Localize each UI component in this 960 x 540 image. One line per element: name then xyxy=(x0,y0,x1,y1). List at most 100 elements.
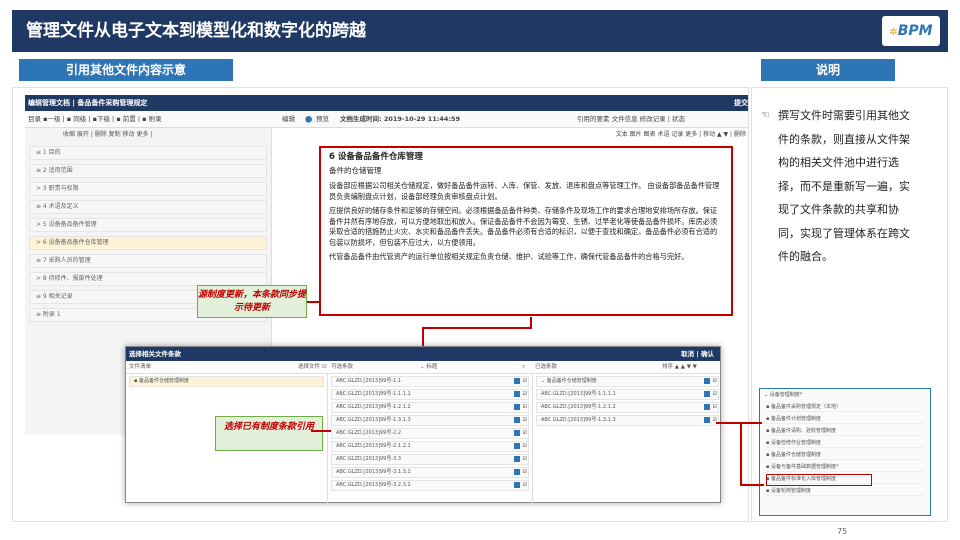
clause-view-icon[interactable] xyxy=(514,404,520,410)
referenced-clause-box[interactable]: 6 设备备品备件仓库管理 备件的仓储管理 设备部应根据公司相关仓储规定，做好备品… xyxy=(319,146,733,316)
available-clause-row[interactable]: ABC.GLZD.[2013]99号-1.1.1.1 ☑ xyxy=(331,389,529,400)
arrow-line xyxy=(307,301,319,303)
checkbox-icon[interactable]: ☑ xyxy=(713,403,717,412)
clause-view-icon[interactable] xyxy=(514,417,520,423)
selected-clause-row-label: ABC.GLZD.[2013]99号-1.2.1.2 xyxy=(541,404,616,410)
search-icon[interactable]: ⌕ xyxy=(522,361,525,374)
selected-column: ⌄ 备品备件仓储管理制度 ☑ ABC.GLZD.[2013]99号-1.1.1.1 ☑… xyxy=(533,374,722,503)
clause-view-icon[interactable] xyxy=(514,456,520,462)
checkbox-icon[interactable]: ☑ xyxy=(523,455,527,464)
arrow-line xyxy=(740,422,742,486)
section-label-example: 引用其他文件内容示意 xyxy=(19,59,233,81)
checkbox-icon[interactable]: ☑ xyxy=(523,429,527,438)
checkbox-icon[interactable]: ☑ xyxy=(713,377,717,386)
selected-clause-row[interactable]: ABC.GLZD.[2013]99号-1.3.1.3 ☑ xyxy=(536,415,719,426)
doc-info-toolbar[interactable]: 引用的要素 文件信息 修改记录 | 状态 xyxy=(577,111,685,128)
available-header: 可选条款 xyxy=(331,364,354,370)
checkbox-icon[interactable]: ☑ xyxy=(523,481,527,490)
toc-item[interactable]: ≡ 2 适用范围 xyxy=(29,164,267,178)
tree-title[interactable]: ⌄ 设备管理制度* xyxy=(760,389,930,400)
submit-button[interactable]: 提交 xyxy=(734,95,748,111)
toc-toolbar[interactable]: 目录 ▪一级 | ▪ 同级 | ▪下级 | ▪ 前置 | ▪ 附录 xyxy=(28,111,162,128)
checkbox-icon[interactable]: ☑ xyxy=(523,390,527,399)
tree-selection-highlight xyxy=(766,474,872,486)
sync-callout: 源制度更新，本条款同步提示待更新 xyxy=(197,285,307,318)
file-row[interactable]: ▪ 备品备件仓储管理制度 xyxy=(129,376,324,387)
available-clause-row-label: ABC.GLZD.[2013]99号-1.3.1.3 xyxy=(336,417,411,423)
checkbox-icon[interactable]: ☑ xyxy=(523,468,527,477)
available-clause-row[interactable]: ABC.GLZD.[2013]99号-3.3 ☑ xyxy=(331,454,529,465)
available-clause-row[interactable]: ABC.GLZD.[2013]99号-3.2.3.2 ☑ xyxy=(331,480,529,491)
checkbox-icon[interactable]: ☑ xyxy=(523,416,527,425)
dialog-header: 选择相关文件条款 取消 | 确认 xyxy=(126,347,720,361)
preview-mode-button[interactable]: 预览 xyxy=(316,111,329,128)
clause-view-icon[interactable] xyxy=(704,417,710,423)
clause-paragraph: 设备部应根据公司相关仓储规定，做好备品备件运转、入库、保管、发放、退库和盘点等管… xyxy=(329,181,720,201)
dialog-column-headers: 文件清单 选择文件 ☑ 可选条款 ⌄ 标题 ⌕ 已选条款 排序 ▲ ▲ ▼ ▼ xyxy=(126,361,720,374)
toggle-icon[interactable]: ⬤ xyxy=(305,111,312,128)
description: ☜ 撰写文件时需要引用其他文件的条款，则直接从文件架构的相关文件池中进行选择，而… xyxy=(761,104,918,269)
selected-clause-row[interactable]: ⌄ 备品备件仓储管理制度 ☑ xyxy=(536,376,719,387)
cancel-button[interactable]: 取消 xyxy=(681,350,694,358)
description-text: 撰写文件时需要引用其他文件的条款，则直接从文件架构的相关文件池中进行选择，而不是… xyxy=(778,109,910,263)
toc-item[interactable]: > 6 设备备品备件仓库管理 xyxy=(29,236,267,250)
selected-clause-row[interactable]: ABC.GLZD.[2013]99号-1.1.1.1 ☑ xyxy=(536,389,719,400)
section-label-explanation: 说明 xyxy=(761,59,895,81)
toc-item[interactable]: ≡ 4 术语及定义 xyxy=(29,200,267,214)
title-bar: 管理文件从电子文本到模型化和数字化的跨越 ✲BPM xyxy=(12,10,948,52)
sidebar-toolbar[interactable]: 收缩 展开 | 删除 复制 移动 更多 | xyxy=(25,128,271,142)
tree-item[interactable]: ▪ 备品备件计划管理制度 xyxy=(766,414,924,424)
toc-item[interactable]: > 8 待修件、报废件处理 xyxy=(29,272,267,286)
arrow-line xyxy=(740,484,764,486)
toc-item[interactable]: ≡ 1 目的 xyxy=(29,146,267,160)
confirm-button[interactable]: 确认 xyxy=(701,350,714,358)
checkbox-icon[interactable]: ☑ xyxy=(713,390,717,399)
toc-item[interactable]: > 3 职责与权限 xyxy=(29,182,267,196)
available-clause-row[interactable]: ABC.GLZD.[2013]99号-1.3.1.3 ☑ xyxy=(331,415,529,426)
available-clause-row[interactable]: ABC.GLZD.[2013]99号-1.2.1.2 ☑ xyxy=(331,402,529,413)
tree-item[interactable]: ▪ 设备轮岗管理制度 xyxy=(766,486,924,496)
available-clause-row[interactable]: ABC.GLZD.[2013]99号-1.1 ☑ xyxy=(331,376,529,387)
tree-item[interactable]: ▪ 设备与备件基础数据管理制度* xyxy=(766,462,924,472)
clause-view-icon[interactable] xyxy=(704,404,710,410)
tree-item[interactable]: ▪ 备品备件采购管理规定（本地） xyxy=(766,402,924,412)
title-filter[interactable]: ⌄ 标题 xyxy=(420,361,437,374)
selected-clause-row[interactable]: ABC.GLZD.[2013]99号-1.2.1.2 ☑ xyxy=(536,402,719,413)
checkbox-icon[interactable]: ☑ xyxy=(523,377,527,386)
toc-item[interactable]: ≡ 7 采购人员的管理 xyxy=(29,254,267,268)
available-clause-row[interactable]: ABC.GLZD.[2013]99号-3.1.3.1 ☑ xyxy=(331,467,529,478)
sort-controls[interactable]: 排序 ▲ ▲ ▼ ▼ xyxy=(662,361,697,374)
app-title: 编辑管理文档 | 备品备件采购管理规定 xyxy=(28,99,148,107)
available-clause-row[interactable]: ABC.GLZD.[2013]99号-2.2 ☑ xyxy=(331,428,529,439)
clause-view-icon[interactable] xyxy=(514,469,520,475)
clause-view-icon[interactable] xyxy=(514,443,520,449)
clause-subheading: 备件的仓储管理 xyxy=(329,166,382,175)
clause-view-icon[interactable] xyxy=(514,482,520,488)
checkbox-icon[interactable]: ☑ xyxy=(523,442,527,451)
toc-item[interactable]: > 5 设备备品备件管理 xyxy=(29,218,267,232)
available-clause-row-label: ABC.GLZD.[2013]99号-1.1 xyxy=(336,378,402,384)
clause-view-icon[interactable] xyxy=(514,391,520,397)
available-clause-row[interactable]: ABC.GLZD.[2013]99号-2.1.2.1 ☑ xyxy=(331,441,529,452)
available-clause-row-label: ABC.GLZD.[2013]99号-3.2.3.2 xyxy=(336,482,411,488)
file-tree: ⌄ 设备管理制度* ▪ 备品备件采购管理规定（本地） ▪ 备品备件计划管理制度 ▪ … xyxy=(759,388,931,516)
available-clause-row-label: ABC.GLZD.[2013]99号-2.2 xyxy=(336,430,402,436)
app-toolbar: 目录 ▪一级 | ▪ 同级 | ▪下级 | ▪ 前置 | ▪ 附录 编辑 ⬤ 预… xyxy=(25,111,748,128)
edit-mode-button[interactable]: 编辑 xyxy=(282,111,295,128)
available-clause-row-label: ABC.GLZD.[2013]99号-1.1.1.1 xyxy=(336,391,411,397)
tree-item[interactable]: ▪ 备品备件请购、验收管理制度 xyxy=(766,426,924,436)
checkbox-icon[interactable]: ☑ xyxy=(523,403,527,412)
available-clause-row-label: ABC.GLZD.[2013]99号-3.1.3.1 xyxy=(336,469,411,475)
selected-header: 已选条款 xyxy=(535,364,558,370)
select-file-button[interactable]: 选择文件 ☑ xyxy=(298,361,327,374)
clause-view-icon[interactable] xyxy=(704,391,710,397)
tree-item[interactable]: ▪ 备品备件仓储管理制度 xyxy=(766,450,924,460)
logo-mark-icon: ✲ xyxy=(889,27,898,38)
clause-view-icon[interactable] xyxy=(514,430,520,436)
clause-view-icon[interactable] xyxy=(514,378,520,384)
available-clause-row-label: ABC.GLZD.[2013]99号-1.2.1.2 xyxy=(336,404,411,410)
clause-view-icon[interactable] xyxy=(704,378,710,384)
tree-item[interactable]: ▪ 设备检修作业管理制度 xyxy=(766,438,924,448)
clause-paragraph: 代管备品备件由代管资产的运行单位按相关规定负责仓储、维护、试验等工作，确保代管备… xyxy=(329,252,689,261)
editor-toolbar[interactable]: 文本 图片 图表 术语 记录 更多 | 移动 ▲ ▼ | 删除 xyxy=(273,128,748,141)
